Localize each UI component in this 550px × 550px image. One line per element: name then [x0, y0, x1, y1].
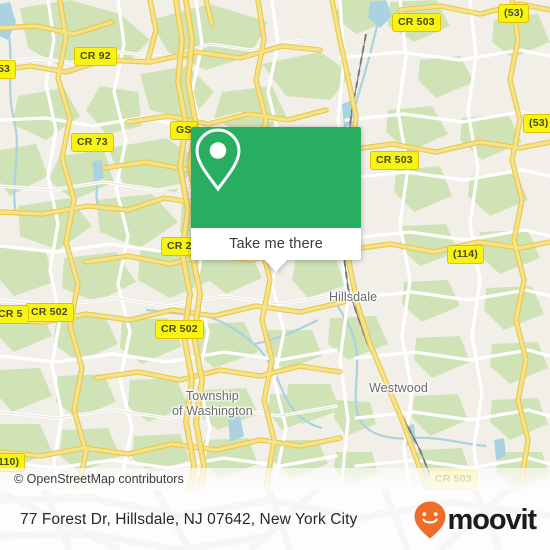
road-shield: CR 92 — [74, 47, 117, 66]
road-shield: CR 503 — [392, 13, 441, 32]
place-label: Westwood — [369, 381, 428, 395]
road-shield: CR 73 — [71, 133, 114, 152]
callout-button-label[interactable]: Take me there — [191, 228, 361, 260]
callout-tail — [265, 260, 287, 272]
road-shield: (53) — [498, 4, 530, 23]
road-shield: (53) — [523, 114, 550, 133]
callout-pin-panel — [191, 127, 361, 228]
road-shield: CR 503 — [370, 151, 419, 170]
moovit-pin-smiley-icon — [414, 501, 446, 539]
footer-bar: 77 Forest Dr, Hillsdale, NJ 07642, New Y… — [0, 490, 550, 550]
location-pin-icon — [195, 128, 241, 192]
moovit-wordmark: moovit — [447, 503, 538, 536]
map-canvas[interactable]: CR 92 CR 73 CR 503 CR 503 (53) (53) (114) CR 50… — [0, 0, 550, 490]
map-share-card: CR 92 CR 73 CR 503 CR 503 (53) (53) (114) CR 50… — [0, 0, 550, 550]
moovit-logo[interactable]: moovit — [413, 500, 538, 540]
road-shield: CR 502 — [155, 320, 204, 339]
osm-attribution: © OpenStreetMap contributors — [0, 468, 550, 490]
road-shield: CR 5 — [0, 305, 29, 324]
place-label: Township of Washington — [172, 389, 253, 418]
take-me-there-callout[interactable]: Take me there — [191, 127, 361, 272]
road-shield: 53 — [0, 60, 17, 79]
road-shield: (114) — [447, 245, 484, 264]
place-label: Hillsdale — [329, 290, 378, 304]
address-text: 77 Forest Dr, Hillsdale, NJ 07642, New Y… — [20, 511, 358, 528]
road-shield: CR 502 — [25, 303, 74, 322]
